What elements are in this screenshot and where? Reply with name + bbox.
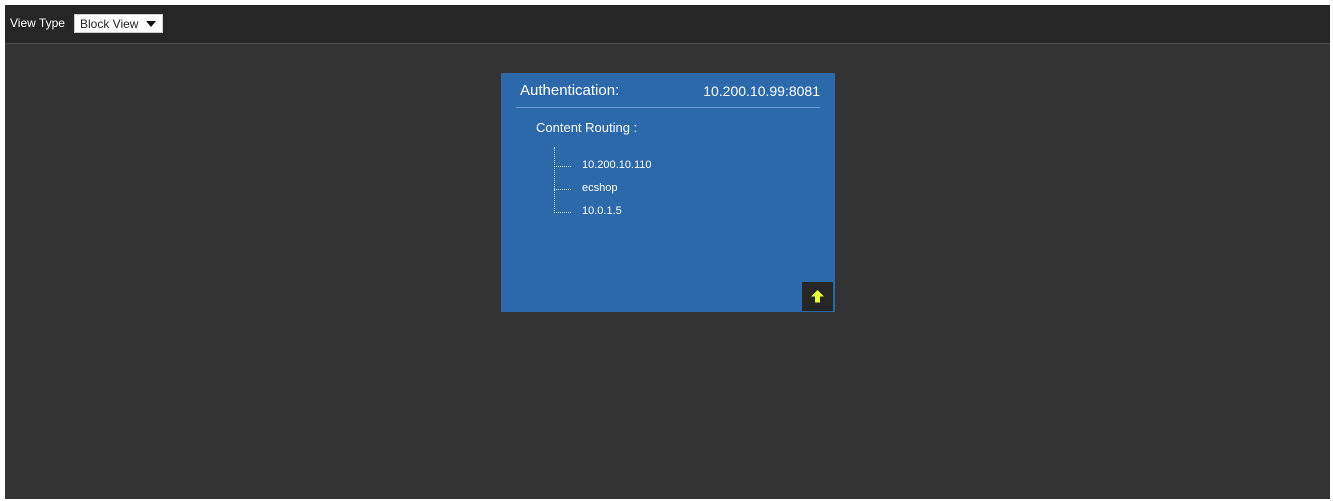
view-type-label: View Type bbox=[10, 16, 65, 30]
view-type-select-value: Block View bbox=[80, 17, 139, 31]
tree-trunk-line bbox=[554, 147, 555, 213]
main-frame: View Type Block View Authentication: 10.… bbox=[5, 5, 1330, 499]
authentication-card: Authentication: 10.200.10.99:8081 Conten… bbox=[501, 73, 835, 312]
view-type-select[interactable]: Block View bbox=[74, 14, 163, 33]
route-label: 10.200.10.110 bbox=[582, 159, 652, 171]
arrow-up-icon bbox=[811, 290, 824, 303]
route-label: 10.0.1.5 bbox=[582, 205, 622, 217]
caret-down-icon bbox=[146, 21, 156, 27]
tree-branch-line bbox=[554, 212, 571, 213]
card-header: Authentication: 10.200.10.99:8081 bbox=[516, 73, 820, 108]
toolbar: View Type Block View bbox=[5, 5, 1330, 44]
tree-branch-line bbox=[554, 166, 571, 167]
route-label: ecshop bbox=[582, 182, 618, 194]
authentication-label: Authentication: bbox=[520, 82, 620, 99]
content-routing-title: Content Routing : bbox=[536, 120, 638, 135]
tree-branch-line bbox=[554, 189, 571, 190]
authentication-address: 10.200.10.99:8081 bbox=[703, 83, 820, 99]
content-routing-tree: 10.200.10.110 ecshop 10.0.1.5 bbox=[554, 147, 754, 222]
move-up-button[interactable] bbox=[802, 282, 833, 311]
